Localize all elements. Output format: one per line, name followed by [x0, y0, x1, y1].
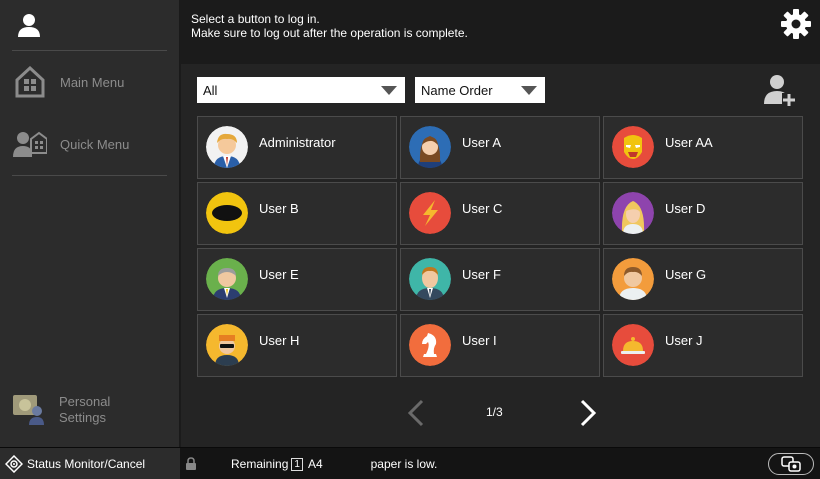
administrator-avatar [206, 126, 248, 168]
user-button-user-aa[interactable]: User AA [603, 116, 803, 179]
user-b-avatar [206, 192, 248, 234]
personal-settings-line2: Settings [59, 410, 106, 425]
pagination: 1/3 [181, 394, 820, 434]
sort-order-value: Name Order [421, 82, 493, 98]
group-filter-select[interactable]: All [197, 77, 405, 103]
gear-icon[interactable] [780, 8, 812, 40]
user-g-avatar [612, 258, 654, 300]
user-name: User AA [665, 135, 713, 150]
tray-number: 1 [291, 457, 303, 471]
user-name: User J [665, 333, 703, 348]
user-button-user-d[interactable]: User D [603, 182, 803, 245]
user-name: User G [665, 267, 707, 282]
status-monitor-label: Status Monitor/Cancel [27, 457, 146, 471]
sidebar-item-personal-settings[interactable]: Personal Settings [0, 385, 180, 435]
user-h-avatar [206, 324, 248, 366]
user-aa-avatar [612, 126, 654, 168]
user-name: User D [665, 201, 706, 216]
user-c-avatar [409, 192, 451, 234]
user-name: User F [462, 267, 501, 282]
sidebar-item-label: Quick Menu [60, 136, 130, 152]
chevron-down-icon [381, 86, 397, 95]
user-button-administrator[interactable]: Administrator [197, 116, 397, 179]
user-a-avatar [409, 126, 451, 168]
user-name: User A [462, 135, 502, 150]
user-name: User I [462, 333, 497, 348]
personal-settings-icon [10, 391, 44, 430]
chevron-right-icon[interactable] [577, 398, 599, 428]
user-button-user-g[interactable]: User G [603, 248, 803, 311]
user-name: User E [259, 267, 299, 282]
login-instructions: Select a button to log in. Make sure to … [191, 12, 468, 40]
quick-menu-icon [13, 127, 47, 161]
status-monitor-icon [5, 455, 23, 473]
device-switch-icon [781, 456, 801, 472]
user-name: User H [259, 333, 300, 348]
user-button-user-f[interactable]: User F [400, 248, 600, 311]
user-name: User C [462, 201, 503, 216]
lock-icon [186, 457, 196, 470]
user-grid: Administrator User A User AA User B User… [197, 116, 803, 377]
chevron-left-icon[interactable] [405, 398, 427, 428]
sidebar-item-main-menu[interactable]: Main Menu [0, 51, 179, 113]
group-filter-value: All [203, 82, 218, 98]
chevron-down-icon [521, 86, 537, 95]
user-selection-panel: All Name Order Administrator User A User… [181, 64, 820, 447]
sidebar-item-label: Main Menu [60, 74, 125, 90]
user-button-user-h[interactable]: User H [197, 314, 397, 377]
home-icon [13, 65, 47, 99]
sidebar-divider [12, 175, 167, 176]
sidebar: Main Menu Quick Menu Personal Settings [0, 0, 180, 447]
add-user-icon[interactable] [762, 72, 798, 108]
user-icon-area[interactable] [0, 0, 179, 50]
user-f-avatar [409, 258, 451, 300]
status-message: Remaining 1 A4 paper is low. [185, 448, 437, 479]
instruction-line-2: Make sure to log out after the operation… [191, 26, 468, 40]
page-indicator: 1/3 [486, 405, 503, 419]
paper-low-message: paper is low. [370, 457, 438, 471]
sidebar-item-quick-menu[interactable]: Quick Menu [0, 113, 179, 175]
personal-settings-label: Personal Settings [59, 394, 110, 426]
personal-settings-line1: Personal [59, 394, 111, 409]
paper-size: A4 [307, 457, 323, 471]
user-button-user-b[interactable]: User B [197, 182, 397, 245]
user-button-user-a[interactable]: User A [400, 116, 600, 179]
instruction-line-1: Select a button to log in. [191, 12, 320, 26]
status-monitor-button[interactable]: Status Monitor/Cancel [0, 448, 180, 479]
header: Select a button to log in. Make sure to … [180, 0, 820, 64]
user-e-avatar [206, 258, 248, 300]
user-button-user-e[interactable]: User E [197, 248, 397, 311]
user-name: User B [259, 201, 299, 216]
user-i-avatar [409, 324, 451, 366]
user-d-avatar [612, 192, 654, 234]
user-button-user-j[interactable]: User J [603, 314, 803, 377]
user-name: Administrator [259, 135, 336, 150]
device-info-button[interactable] [768, 453, 814, 475]
status-bar: Status Monitor/Cancel Remaining 1 A4 pap… [0, 447, 820, 479]
sort-order-select[interactable]: Name Order [415, 77, 545, 103]
user-button-user-c[interactable]: User C [400, 182, 600, 245]
remaining-label: Remaining [231, 457, 289, 471]
user-icon [18, 14, 40, 37]
user-button-user-i[interactable]: User I [400, 314, 600, 377]
user-j-avatar [612, 324, 654, 366]
